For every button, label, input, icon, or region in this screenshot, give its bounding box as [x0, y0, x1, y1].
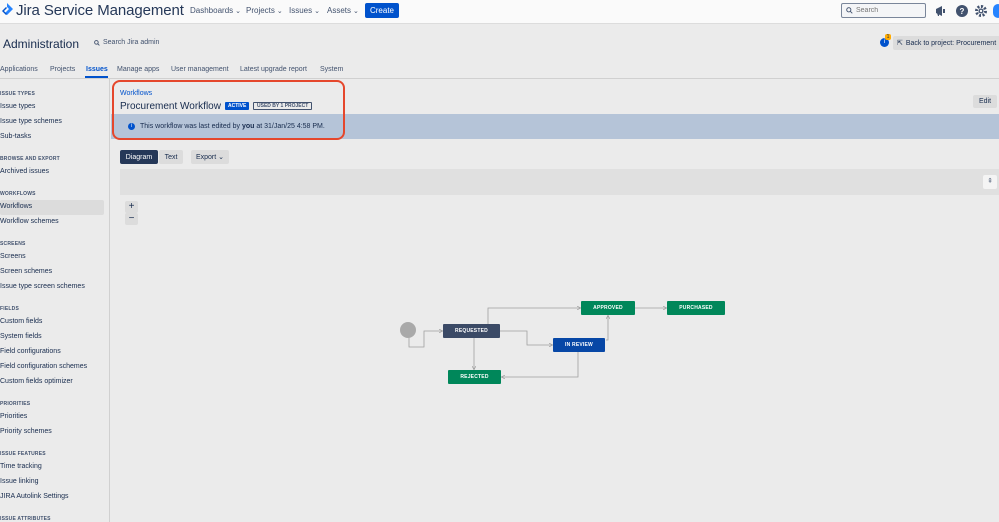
- status-node-in-review[interactable]: IN REVIEW: [553, 338, 605, 352]
- sidebar-item-priority-schemes[interactable]: Priority schemes: [0, 428, 52, 435]
- chevron-down-icon: ⌄: [353, 8, 359, 15]
- tab-user-management[interactable]: User management: [171, 66, 229, 73]
- tab-issues[interactable]: Issues: [86, 66, 108, 73]
- zoom-out-button[interactable]: −: [125, 213, 138, 225]
- edit-button[interactable]: Edit: [973, 95, 997, 108]
- text-view-button[interactable]: Text: [159, 150, 183, 164]
- status-node-purchased[interactable]: PURCHASED: [667, 301, 725, 315]
- megaphone-icon[interactable]: [934, 4, 948, 18]
- arrow-left-icon: ⇱: [897, 40, 903, 47]
- page-title: Administration: [3, 37, 80, 51]
- sidebar-heading-issue-features: ISSUE FEATURES: [0, 451, 46, 457]
- sidebar-item-issue-linking[interactable]: Issue linking: [0, 478, 39, 485]
- sidebar-item-system-fields[interactable]: System fields: [0, 333, 42, 340]
- sidebar-item-priorities[interactable]: Priorities: [0, 413, 27, 420]
- search-input[interactable]: [856, 7, 916, 14]
- sidebar-heading-issue-attributes: ISSUE ATTRIBUTES: [0, 516, 51, 522]
- product-name: Jira Service Management: [16, 2, 184, 19]
- create-button[interactable]: Create: [365, 3, 399, 18]
- search-icon: [94, 39, 100, 46]
- sidebar-heading-issue-types: ISSUE TYPES: [0, 91, 35, 97]
- sidebar-heading-screens: SCREENS: [0, 241, 26, 247]
- search-icon: [846, 7, 853, 14]
- transition-inreview-rejected: [502, 352, 579, 377]
- back-to-project-button[interactable]: ⇱ Back to project: Procurement: [893, 36, 999, 50]
- sidebar-item-workflow-schemes[interactable]: Workflow schemes: [0, 218, 59, 225]
- tab-system[interactable]: System: [320, 66, 343, 73]
- collapse-icon[interactable]: ⇞: [983, 175, 997, 189]
- chevron-down-icon: ⌄: [314, 8, 320, 15]
- search-jira-admin-link[interactable]: Search Jira admin: [94, 39, 159, 46]
- svg-text:?: ?: [960, 7, 965, 16]
- sidebar-item-jira-autolink-settings[interactable]: JIRA Autolink Settings: [0, 493, 68, 500]
- sidebar-item-screens[interactable]: Screens: [0, 253, 26, 260]
- status-node-requested[interactable]: REQUESTED: [443, 324, 500, 338]
- sidebar-item-field-configuration-schemes[interactable]: Field configuration schemes: [0, 363, 87, 370]
- tab-manage-apps[interactable]: Manage apps: [117, 66, 159, 73]
- top-navigation-bar: Jira Service Management Dashboards ⌄ Proj…: [0, 0, 999, 24]
- tab-latest-upgrade-report[interactable]: Latest upgrade report: [240, 66, 307, 73]
- annotation-highlight: [112, 80, 345, 140]
- sidebar-item-archived-issues[interactable]: Archived issues: [0, 168, 49, 175]
- diagram-view-button[interactable]: Diagram: [120, 150, 158, 164]
- sidebar-item-time-tracking[interactable]: Time tracking: [0, 463, 42, 470]
- transition-requested-inreview: [500, 330, 552, 345]
- sidebar-heading-fields: FIELDS: [0, 306, 19, 312]
- nav-assets[interactable]: Assets ⌄: [327, 6, 359, 15]
- chevron-down-icon: ⌄: [276, 8, 283, 15]
- nav-projects[interactable]: Projects ⌄: [246, 6, 283, 15]
- jira-logo-icon: [2, 2, 13, 15]
- sidebar-item-custom-fields-optimizer[interactable]: Custom fields optimizer: [0, 378, 73, 385]
- transition-inreview-approved: [606, 316, 608, 341]
- diagram-toolbar: [120, 169, 999, 195]
- tab-applications[interactable]: Applications: [0, 66, 38, 73]
- sidebar-item-screen-schemes[interactable]: Screen schemes: [0, 268, 52, 275]
- zoom-in-button[interactable]: +: [125, 201, 138, 213]
- export-dropdown[interactable]: Export ⌄: [191, 150, 229, 164]
- gear-icon[interactable]: [974, 4, 988, 18]
- chevron-down-icon: ⌄: [218, 154, 225, 161]
- start-node[interactable]: [400, 322, 416, 338]
- transition-requested-approved: [487, 308, 580, 324]
- divider: [0, 78, 999, 79]
- avatar[interactable]: [993, 4, 999, 18]
- notification-badge: 1: [885, 34, 891, 40]
- sidebar-item-issue-type-screen-schemes[interactable]: Issue type screen schemes: [0, 283, 85, 290]
- sidebar-heading-workflows: WORKFLOWS: [0, 191, 36, 197]
- sidebar-item-field-configurations[interactable]: Field configurations: [0, 348, 61, 355]
- tab-projects[interactable]: Projects: [50, 66, 75, 73]
- jira-logo[interactable]: Jira Service Management: [0, 2, 184, 19]
- sidebar-heading-priorities: PRIORITIES: [0, 401, 31, 407]
- sidebar-item-workflows[interactable]: Workflows: [0, 203, 32, 210]
- sidebar-item-issue-types[interactable]: Issue types: [0, 103, 35, 110]
- sidebar-item-sub-tasks[interactable]: Sub-tasks: [0, 133, 31, 140]
- global-search[interactable]: [841, 3, 926, 18]
- help-icon[interactable]: ?: [955, 4, 969, 18]
- status-node-rejected[interactable]: REJECTED: [448, 370, 501, 384]
- sidebar-heading-browse-export: BROWSE AND EXPORT: [0, 156, 60, 162]
- chevron-down-icon: ⌄: [235, 8, 242, 15]
- sidebar: ISSUE TYPES Issue types Issue type schem…: [0, 79, 110, 522]
- sidebar-item-issue-type-schemes[interactable]: Issue type schemes: [0, 118, 62, 125]
- nav-issues[interactable]: Issues ⌄: [289, 6, 320, 15]
- nav-dashboards[interactable]: Dashboards ⌄: [190, 6, 241, 15]
- sidebar-item-custom-fields[interactable]: Custom fields: [0, 318, 42, 325]
- status-node-approved[interactable]: APPROVED: [581, 301, 635, 315]
